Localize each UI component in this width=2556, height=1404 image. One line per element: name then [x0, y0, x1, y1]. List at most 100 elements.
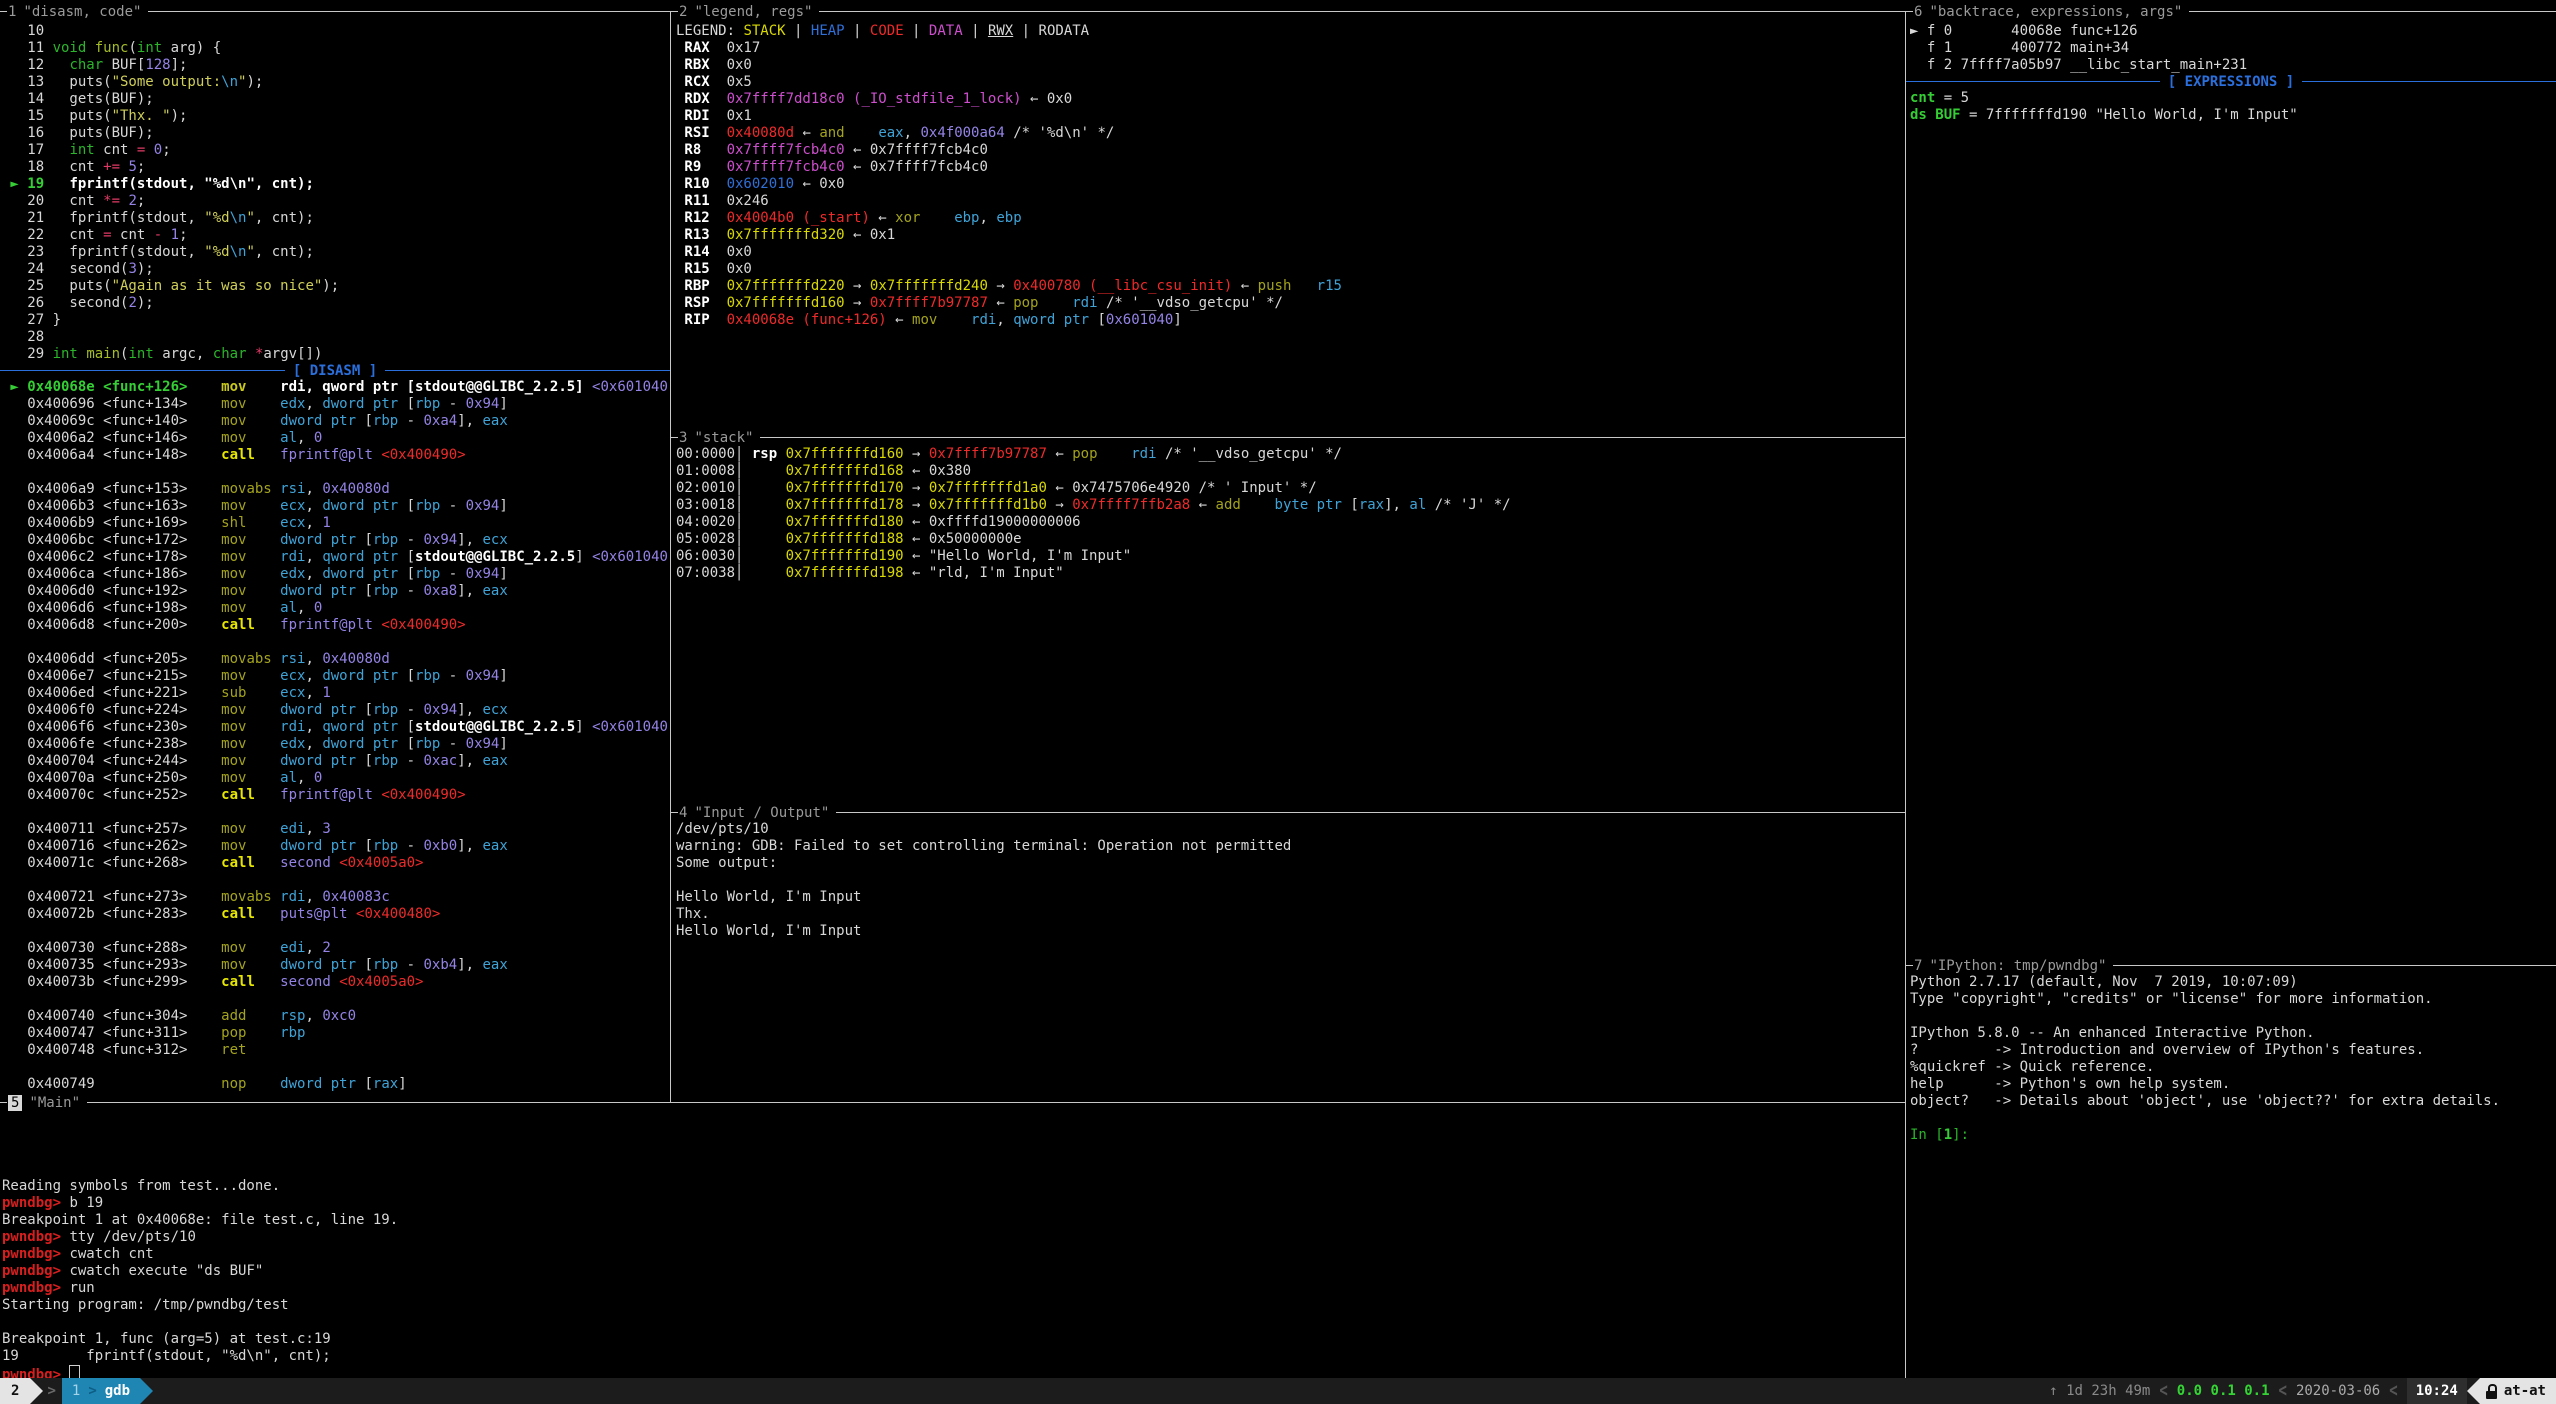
pane-title-text: "IPython: tmp/pwndbg" — [1929, 958, 2106, 974]
terminal-line: 0x400696 <func+134> mov edx, dword ptr [… — [2, 396, 668, 413]
terminal-line: R10 0x602010 ← 0x0 — [676, 176, 1904, 193]
terminal-line: 0x400748 <func+312> ret — [2, 1042, 668, 1059]
pane-title-text: "Main" — [29, 1095, 80, 1111]
terminal-line: Breakpoint 1, func (arg=5) at test.c:19 — [2, 1331, 1902, 1348]
pane-title-text: "stack" — [694, 430, 753, 446]
terminal-line: 16 puts(BUF); — [2, 125, 668, 142]
terminal-line: 0x4006ed <func+221> sub ecx, 1 — [2, 685, 668, 702]
pane-title-text: "legend, regs" — [694, 4, 812, 20]
tmux-status-bar: 2 > 1 > gdb ↑ 1d 23h 49m < 0.0 0.1 0.1 <… — [0, 1378, 2556, 1404]
pane-title-text: "disasm, code" — [23, 4, 141, 20]
pane-border-vertical-right[interactable] — [1905, 11, 1906, 1378]
text-cursor — [69, 1365, 80, 1378]
terminal-line: 0x400730 <func+288> mov edi, 2 — [2, 940, 668, 957]
terminal-line: 0x40071c <func+268> call second <0x4005a… — [2, 855, 668, 872]
terminal-line: Hello World, I'm Input — [676, 889, 1904, 906]
terminal-line: 11 void func(int arg) { — [2, 40, 668, 57]
stack-view[interactable]: 00:0000│ rsp 0x7fffffffd160 → 0x7ffff7b9… — [676, 446, 1904, 582]
uptime-text — [2058, 1383, 2066, 1399]
terminal-line: 03:0018│ 0x7fffffffd178 → 0x7fffffffd1b0… — [676, 497, 1904, 514]
terminal-line: R15 0x0 — [676, 261, 1904, 278]
terminal-line: pwndbg> run — [2, 1280, 1902, 1297]
uptime-value: 1d 23h 49m — [2066, 1383, 2150, 1399]
pane-number: 1 — [8, 4, 16, 20]
terminal-line: 0x40073b <func+299> call second <0x4005a… — [2, 974, 668, 991]
terminal-line — [2, 991, 668, 1008]
terminal-line: 15 puts("Thx. "); — [2, 108, 668, 125]
pane-number: 7 — [1914, 958, 1922, 974]
terminal-line: 0x4006e7 <func+215> mov ecx, dword ptr [… — [2, 668, 668, 685]
expressions-view[interactable]: cnt = 5ds BUF = 7fffffffd190 "Hello Worl… — [1910, 90, 2554, 124]
terminal-line: %quickref -> Quick reference. — [1910, 1059, 2554, 1076]
powerline-arrow — [140, 1378, 153, 1404]
terminal-line: RSI 0x40080d ← and eax, 0x4f000a64 /* '%… — [676, 125, 1904, 142]
terminal-line: R11 0x246 — [676, 193, 1904, 210]
terminal-line: 0x4006a4 <func+148> call fprintf@plt <0x… — [2, 447, 668, 464]
disasm-divider-label: [ DISASM ] — [293, 363, 377, 379]
ipython-console[interactable]: Python 2.7.17 (default, Nov 7 2019, 10:0… — [1910, 974, 2554, 1144]
terminal-line: 22 cnt = cnt - 1; — [2, 227, 668, 244]
terminal-line: R13 0x7fffffffd320 ← 0x1 — [676, 227, 1904, 244]
source-code-view[interactable]: 10 11 void func(int arg) { 12 char BUF[1… — [2, 23, 668, 362]
pane-border-vertical-left[interactable] — [670, 11, 671, 1103]
terminal-line: /dev/pts/10 — [676, 821, 1904, 838]
session-badge[interactable]: 2 — [0, 1378, 30, 1404]
disassembly-view[interactable]: ► 0x40068e <func+126> mov rdi, qword ptr… — [2, 379, 668, 1093]
terminal-line: 13 puts("Some output:\n"); — [2, 74, 668, 91]
terminal-line: 0x4006b3 <func+163> mov ecx, dword ptr [… — [2, 498, 668, 515]
terminal-line: Starting program: /tmp/pwndbg/test — [2, 1297, 1902, 1314]
tmux-terminal: 1 "disasm, code" 2 "legend, regs" 6"backtr… — [0, 0, 2556, 1404]
terminal-line: 0x4006a2 <func+146> mov al, 0 — [2, 430, 668, 447]
terminal-line: 0x40070c <func+252> call fprintf@plt <0x… — [2, 787, 668, 804]
terminal-line: 0x400747 <func+311> pop rbp — [2, 1025, 668, 1042]
terminal-line: 19 fprintf(stdout, "%d\n", cnt); — [2, 1348, 1902, 1365]
terminal-line: 0x400749 nop dword ptr [rax] — [2, 1076, 668, 1093]
pane-number: 4 — [679, 805, 687, 821]
clock-display: 10:24 — [2407, 1378, 2467, 1404]
terminal-line: pwndbg> cwatch cnt — [2, 1246, 1902, 1263]
terminal-line: 27 } — [2, 312, 668, 329]
uptime-icon: ↑ — [2049, 1383, 2057, 1399]
terminal-line: pwndbg> cwatch execute "ds BUF" — [2, 1263, 1902, 1280]
terminal-line: RCX 0x5 — [676, 74, 1904, 91]
terminal-line: Breakpoint 1 at 0x40068e: file test.c, l… — [2, 1212, 1902, 1229]
terminal-line: In [1]: — [1910, 1127, 2554, 1144]
status-separator: < — [2389, 1380, 2397, 1402]
window-tab-gdb[interactable]: 1 > gdb — [62, 1378, 140, 1404]
terminal-line: 0x4006dd <func+205> movabs rsi, 0x40080d — [2, 651, 668, 668]
pane-title-backtrace: 6"backtrace, expressions, args" — [1906, 3, 2556, 20]
window-index: 1 — [72, 1383, 80, 1399]
terminal-line: 20 cnt *= 2; — [2, 193, 668, 210]
terminal-line: 01:0008│ 0x7fffffffd168 ← 0x380 — [676, 463, 1904, 480]
pane-title-stack: 3"stack" — [671, 429, 1905, 446]
terminal-line: 0x400711 <func+257> mov edi, 3 — [2, 821, 668, 838]
window-separator: > — [88, 1383, 96, 1399]
terminal-line: cnt = 5 — [1910, 90, 2554, 107]
terminal-line: 25 puts("Again as it was so nice"); — [2, 278, 668, 295]
terminal-line: R8 0x7ffff7fcb4c0 ← 0x7ffff7fcb4c0 — [676, 142, 1904, 159]
terminal-line: 00:0000│ rsp 0x7fffffffd160 → 0x7ffff7b9… — [676, 446, 1904, 463]
backtrace-frames[interactable]: ► f 0 40068e func+126 f 1 400772 main+34… — [1910, 23, 2554, 74]
terminal-line: Thx. — [676, 906, 1904, 923]
terminal-line: 12 char BUF[128]; — [2, 57, 668, 74]
gdb-console[interactable]: Reading symbols from test...done.pwndbg>… — [2, 1178, 1902, 1378]
disasm-section-divider: [ DISASM ] — [0, 362, 670, 379]
terminal-line: Type "copyright", "credits" or "license"… — [1910, 991, 2554, 1008]
terminal-line: 0x4006d0 <func+192> mov dword ptr [rbp -… — [2, 583, 668, 600]
terminal-line: 04:0020│ 0x7fffffffd180 ← 0xffffd1900000… — [676, 514, 1904, 531]
terminal-line: Hello World, I'm Input — [676, 923, 1904, 940]
terminal-line: RBP 0x7fffffffd220 → 0x7fffffffd240 → 0x… — [676, 278, 1904, 295]
program-io-view[interactable]: /dev/pts/10warning: GDB: Failed to set c… — [676, 821, 1904, 940]
terminal-line — [2, 872, 668, 889]
terminal-line — [2, 1059, 668, 1076]
expressions-divider-label: [ EXPRESSIONS ] — [2168, 74, 2294, 90]
terminal-line: 26 second(2); — [2, 295, 668, 312]
terminal-line — [1910, 1110, 2554, 1127]
registers-view[interactable]: LEGEND: STACK | HEAP | CODE | DATA | RWX… — [676, 23, 1904, 329]
terminal-line: pwndbg> b 19 — [2, 1195, 1902, 1212]
terminal-line — [2, 464, 668, 481]
terminal-line: warning: GDB: Failed to set controlling … — [676, 838, 1904, 855]
terminal-line: R9 0x7ffff7fcb4c0 ← 0x7ffff7fcb4c0 — [676, 159, 1904, 176]
terminal-line: 0x4006ca <func+186> mov edx, dword ptr [… — [2, 566, 668, 583]
terminal-line: 0x4006fe <func+238> mov edx, dword ptr [… — [2, 736, 668, 753]
